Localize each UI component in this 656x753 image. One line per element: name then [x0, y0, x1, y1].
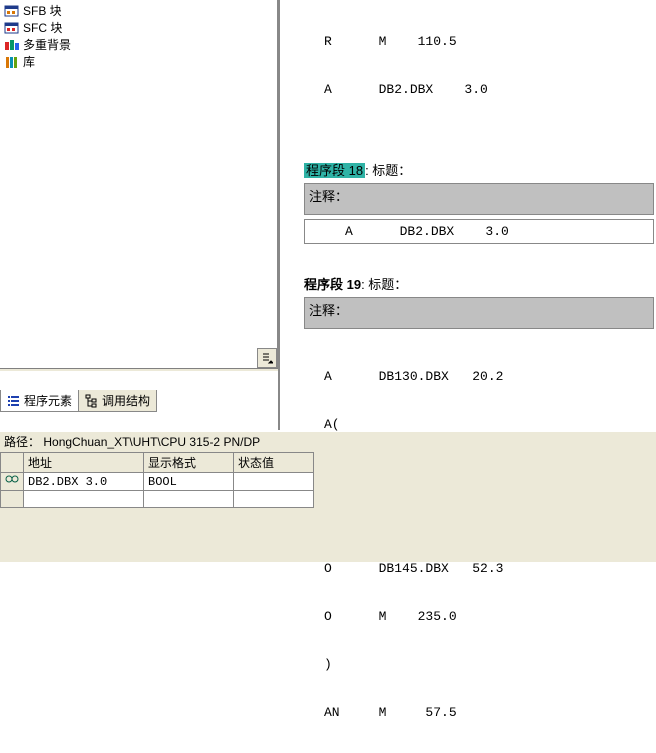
- watch-table[interactable]: 地址 显示格式 状态值 DB2.DBX 3.0 BOOL: [0, 452, 314, 508]
- tab-label: 程序元素: [24, 392, 72, 409]
- tree-item-multi-bg[interactable]: 多重背景: [4, 36, 273, 53]
- tab-label: 调用结构: [102, 392, 150, 409]
- table-header-row: 地址 显示格式 状态值: [1, 453, 314, 473]
- network-number: 程序段 19: [304, 277, 361, 292]
- multi-bg-icon: [4, 38, 20, 52]
- tree-item-label: SFC 块: [23, 19, 62, 36]
- tab-call-structure[interactable]: 调用结构: [78, 390, 157, 412]
- code-fragment-top: R M 110.5 A DB2.DBX 3.0: [284, 0, 656, 130]
- left-panel: SFB 块 SFC 块 多重背景 库: [0, 0, 278, 452]
- comment-label: 注释：: [309, 303, 348, 318]
- table-row[interactable]: [1, 491, 314, 508]
- col-header-format[interactable]: 显示格式: [144, 453, 234, 473]
- col-header-address[interactable]: 地址: [24, 453, 144, 473]
- network-header-18[interactable]: 程序段 18: 标题：: [304, 160, 656, 179]
- tree-item-label: 库: [23, 53, 35, 70]
- network-18-comment[interactable]: 注释：: [304, 183, 654, 215]
- tree-item-sfb[interactable]: SFB 块: [4, 2, 273, 19]
- tab-program-elements[interactable]: 程序元素: [0, 390, 79, 412]
- row-header-blank: [1, 453, 24, 473]
- code-editor[interactable]: R M 110.5 A DB2.DBX 3.0 程序段 18: 标题： 注释： …: [278, 0, 656, 430]
- block-icon: [4, 4, 20, 18]
- tree-item-label: SFB 块: [23, 2, 62, 19]
- comment-label: 注释：: [309, 189, 348, 204]
- list-icon: [7, 394, 21, 408]
- watch-panel: 路径： HongChuan_XT\UHT\CPU 315-2 PN/DP 地址 …: [0, 432, 656, 562]
- scroll-options-icon[interactable]: [257, 348, 277, 368]
- network-title: : 标题：: [361, 277, 407, 292]
- tabs-bar: 程序元素 调用结构: [0, 390, 156, 412]
- tree-item-library[interactable]: 库: [4, 53, 273, 70]
- tree-view[interactable]: SFB 块 SFC 块 多重背景 库: [0, 0, 278, 368]
- library-icon: [4, 55, 20, 69]
- tree-item-label: 多重背景: [23, 36, 71, 53]
- network-number: 程序段 18: [304, 163, 365, 178]
- block-icon: [4, 21, 20, 35]
- table-row[interactable]: DB2.DBX 3.0 BOOL: [1, 473, 314, 491]
- tree-icon: [85, 394, 99, 408]
- cell-status[interactable]: [234, 473, 314, 491]
- row-header-icon: [1, 473, 24, 491]
- cell-format[interactable]: BOOL: [144, 473, 234, 491]
- path-bar: 路径： HongChuan_XT\UHT\CPU 315-2 PN/DP: [0, 432, 656, 451]
- network-title: : 标题：: [365, 163, 411, 178]
- network-header-19[interactable]: 程序段 19: 标题：: [304, 274, 656, 293]
- network-18-code[interactable]: A DB2.DBX 3.0: [304, 219, 654, 244]
- cell-address[interactable]: DB2.DBX 3.0: [24, 473, 144, 491]
- col-header-status[interactable]: 状态值: [234, 453, 314, 473]
- tree-item-sfc[interactable]: SFC 块: [4, 19, 273, 36]
- path-value: HongChuan_XT\UHT\CPU 315-2 PN/DP: [43, 435, 260, 449]
- network-19-comment[interactable]: 注释：: [304, 297, 654, 329]
- glasses-icon: [5, 474, 19, 486]
